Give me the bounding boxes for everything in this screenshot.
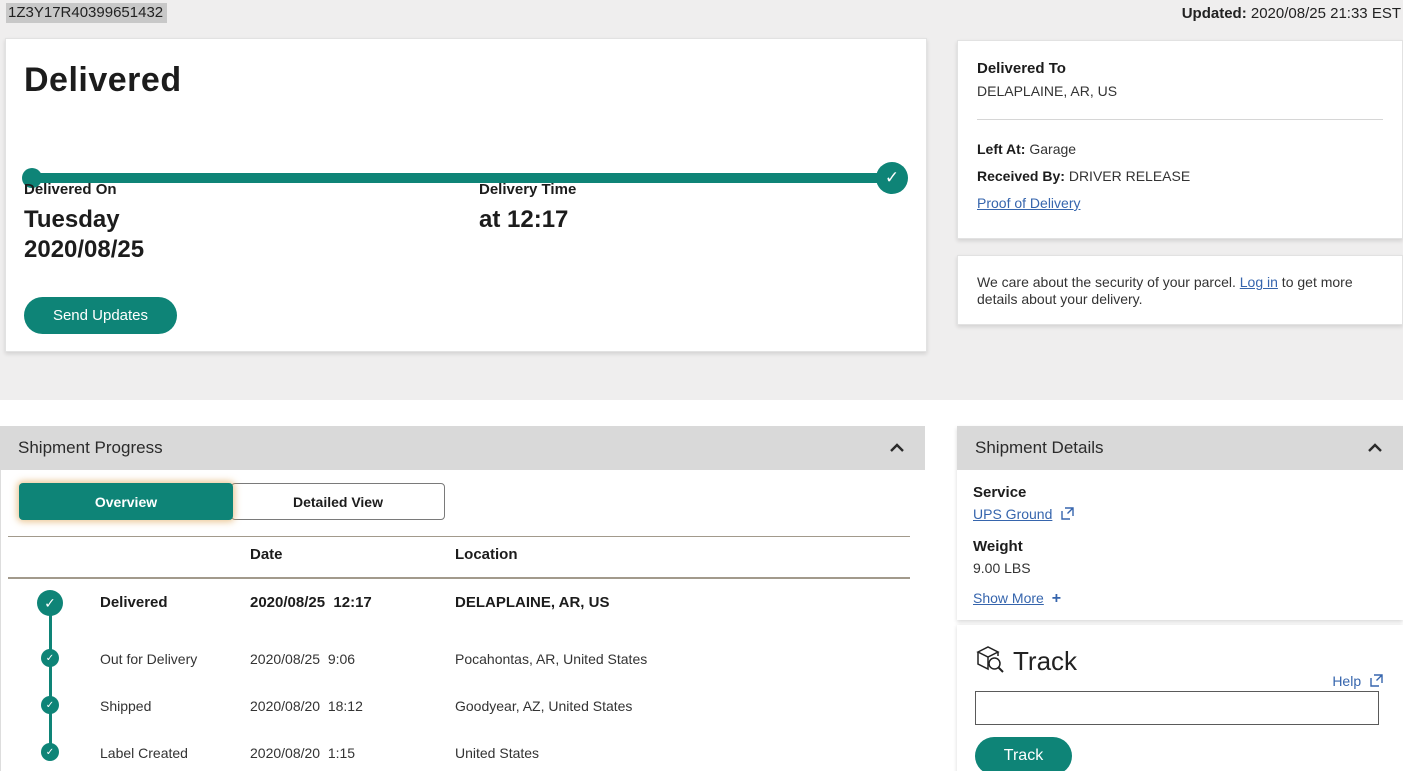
left-at-label: Left At: [977,141,1026,157]
tab-overview[interactable]: Overview [19,483,233,520]
track-widget-card: Track Help Track [957,625,1403,771]
log-in-link[interactable]: Log in [1240,274,1278,290]
help-line: Help [1332,673,1383,690]
check-glyph: ✓ [884,168,900,187]
column-header-location: Location [455,546,518,563]
service-label: Service [973,484,1027,501]
table-divider-bottom [8,577,910,579]
external-link-icon [1061,507,1074,523]
track-package-icon [973,643,1005,680]
show-more-line: Show More + [973,590,1061,608]
check-glyph: ✓ [45,652,55,664]
delivered-on-date: 2020/08/25 [24,236,145,263]
tab-detailed-view[interactable]: Detailed View [231,483,445,520]
card-divider [977,119,1383,120]
security-notice-card: We care about the security of your parce… [957,255,1403,325]
milestone-status: Delivered [100,594,168,611]
collapse-chevron-icon[interactable] [889,443,905,453]
check-glyph: ✓ [45,699,55,711]
progress-bar [30,173,888,183]
check-glyph: ✓ [45,746,55,758]
column-header-date: Date [250,546,283,563]
progress-complete-check-icon: ✓ [876,162,908,194]
timeline-connector [49,603,52,756]
shipment-details-panel: Shipment Details Service UPS Ground Weig… [957,426,1403,620]
milestone-check-icon: ✓ [37,590,63,616]
received-by-value: DRIVER RELEASE [1064,168,1191,184]
proof-of-delivery-link[interactable]: Proof of Delivery [977,195,1080,211]
delivered-on-day: Tuesday [24,206,120,233]
updated-timestamp: Updated: 2020/08/25 21:33 EST [1182,5,1401,22]
milestone-location: Pocahontas, AR, United States [455,651,648,667]
track-widget-heading: Track [973,643,1077,680]
milestone-check-icon: ✓ [41,696,59,714]
delivered-on-value: Tuesday 2020/08/25 [24,205,144,265]
track-button[interactable]: Track [975,737,1072,771]
milestone-date: 2020/08/25 12:17 [250,594,372,611]
delivery-time-label: Delivery Time [479,181,577,198]
received-by-line: Received By: DRIVER RELEASE [977,168,1190,184]
delivered-to-title: Delivered To [977,60,1066,77]
milestone-date: 2020/08/25 9:06 [250,651,356,667]
tracking-number: 1Z3Y17R40399651432 [6,3,168,23]
delivered-to-card: Delivered To DELAPLAINE, AR, US Left At:… [957,40,1403,239]
show-more-link[interactable]: Show More [973,590,1044,606]
service-value-line: UPS Ground [973,506,1074,523]
milestone-date: 2020/08/20 1:15 [250,745,356,761]
milestone-status: Shipped [100,698,152,714]
delivery-status-card: Delivered ✓ Delivered On Delivery Time T… [5,38,927,352]
track-widget-title: Track [1013,646,1078,676]
security-text-before: We care about the security of your parce… [977,274,1240,290]
delivery-status-heading: Delivered [24,61,182,99]
external-link-icon [1370,674,1383,690]
weight-value: 9.00 LBS [973,560,1031,576]
milestone-location: DELAPLAINE, AR, US [455,594,610,611]
weight-label: Weight [973,538,1023,555]
milestone-location: United States [455,745,540,761]
delivered-to-address: DELAPLAINE, AR, US [977,83,1118,99]
plus-icon: + [1051,590,1062,607]
delivery-time-value: at 12:17 [479,206,569,233]
tracking-number-input[interactable] [975,691,1379,725]
milestone-check-icon: ✓ [41,743,59,761]
milestone-date: 2020/08/20 18:12 [250,698,363,714]
milestone-location: Goodyear, AZ, United States [455,698,633,714]
updated-label: Updated: [1181,5,1247,22]
delivered-on-label: Delivered On [24,181,117,198]
milestone-status: Out for Delivery [100,651,198,667]
updated-value: 2020/08/25 21:33 EST [1246,5,1401,22]
security-notice-text: We care about the security of your parce… [977,274,1369,308]
left-at-line: Left At: Garage [977,141,1076,157]
shipment-details-header: Shipment Details [957,426,1403,470]
collapse-chevron-icon[interactable] [1367,443,1383,453]
left-at-value: Garage [1025,141,1077,157]
shipment-progress-panel: Shipment Progress Overview Detailed View… [0,426,925,771]
help-link[interactable]: Help [1332,673,1361,689]
ups-ground-link[interactable]: UPS Ground [973,506,1052,522]
send-updates-button[interactable]: Send Updates [24,297,177,334]
view-tabs: Overview Detailed View [19,483,445,520]
shipment-progress-header: Shipment Progress [0,426,925,470]
table-divider-top [8,536,910,537]
shipment-progress-title: Shipment Progress [18,438,163,457]
check-glyph: ✓ [44,594,56,611]
milestone-status: Label Created [100,745,188,761]
milestone-check-icon: ✓ [41,649,59,667]
received-by-label: Received By: [977,168,1065,184]
shipment-details-title: Shipment Details [975,438,1104,457]
